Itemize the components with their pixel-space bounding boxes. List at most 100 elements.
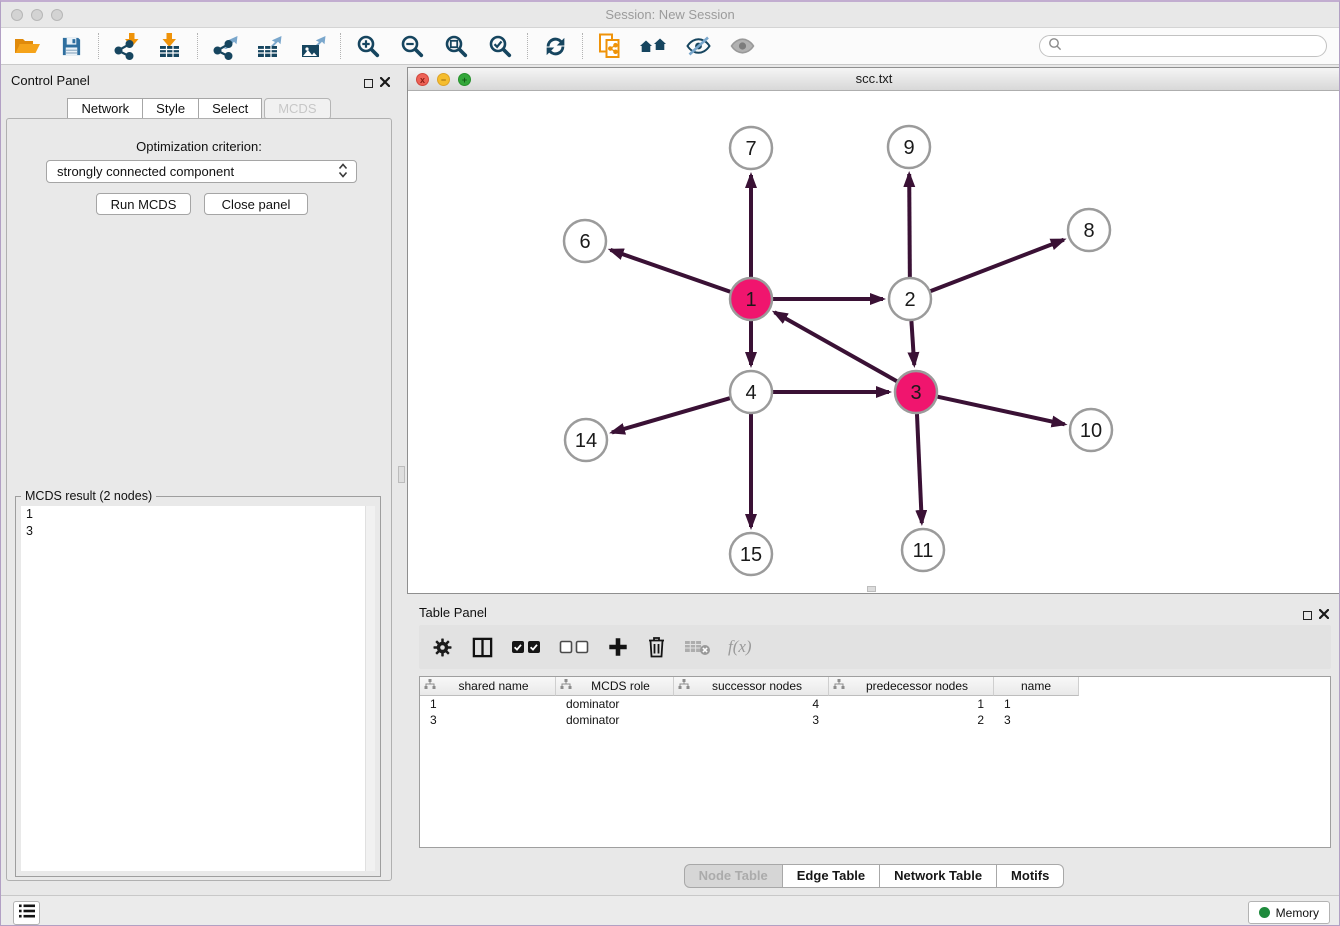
edge-3-11[interactable] [917,414,922,523]
edge-2-3[interactable] [911,321,914,365]
network-minimize-icon[interactable]: − [437,73,450,86]
run-mcds-button[interactable]: Run MCDS [96,193,191,215]
select-all-icon[interactable] [511,632,542,662]
tab-network[interactable]: Network [67,98,143,120]
tab-edge-table[interactable]: Edge Table [783,864,880,888]
tree-icon [678,679,690,693]
window-minimize-button[interactable] [31,9,43,21]
network-close-icon[interactable]: x [416,73,429,86]
float-panel-icon[interactable] [364,79,373,88]
column-header-predecessor-nodes[interactable]: predecessor nodes [829,677,994,696]
mcds-result-node: 1 [21,506,375,523]
edge-3-10[interactable] [937,397,1064,425]
window-title: Session: New Session [1,2,1339,27]
table-row[interactable]: 3dominator323 [420,712,1330,728]
import-table-icon[interactable] [152,31,188,61]
panel-splitter[interactable] [397,65,407,895]
graph-node-label: 2 [904,289,915,311]
float-table-panel-icon[interactable] [1303,611,1312,620]
table-cell[interactable]: 4 [674,696,829,712]
table-cell[interactable]: 1 [829,696,994,712]
table-cell[interactable]: 3 [994,712,1079,728]
zoom-selected-icon[interactable] [482,31,518,61]
columns-icon[interactable] [471,632,494,662]
close-panel-icon[interactable] [380,74,390,92]
save-session-icon[interactable] [53,31,89,61]
application-window: Session: New Session Control Panel [0,0,1340,926]
toolbar-separator [527,33,528,59]
settings-icon[interactable] [431,632,454,662]
tab-network-table[interactable]: Network Table [880,864,997,888]
task-history-button[interactable] [13,901,40,925]
window-zoom-button[interactable] [51,9,63,21]
refresh-layout-icon[interactable] [537,31,573,61]
optimization-criterion-dropdown[interactable]: strongly connected component [46,160,357,183]
table-cell[interactable]: 3 [674,712,829,728]
graph-node-label: 4 [745,382,756,404]
main-toolbar-groups [9,31,760,61]
export-network-icon[interactable] [207,31,243,61]
search-icon [1048,37,1062,56]
result-scrollbar[interactable] [365,506,375,871]
network-view-window: x−+ scc.txt 7968124314101511 [407,67,1340,594]
first-neighbors-icon[interactable] [636,31,672,61]
mcds-result-list[interactable]: 13 [21,506,375,871]
table-cell[interactable]: 3 [420,712,556,728]
table-cell[interactable]: 1 [420,696,556,712]
apply-function-icon: f(x) [728,632,752,662]
control-panel-header: Control Panel [1,65,397,89]
export-table-icon[interactable] [251,31,287,61]
table-cell[interactable]: 1 [994,696,1079,712]
graph-node-label: 10 [1080,420,1102,442]
column-header-successor-nodes[interactable]: successor nodes [674,677,829,696]
memory-button[interactable]: Memory [1248,901,1330,924]
table-tabs: Node TableEdge TableNetwork TableMotifs [407,864,1340,888]
edge-2-8[interactable] [931,240,1064,291]
delete-column-icon[interactable] [646,632,667,662]
hide-selected-icon[interactable] [680,31,716,61]
mcds-result-title: MCDS result (2 nodes) [21,489,156,503]
search-input[interactable] [1067,39,1318,53]
zoom-in-icon[interactable] [350,31,386,61]
column-header-shared-name[interactable]: shared name [420,677,556,696]
tab-mcds[interactable]: MCDS [264,98,330,120]
deselect-all-icon[interactable] [559,632,590,662]
network-maximize-icon[interactable]: + [458,73,471,86]
network-canvas[interactable]: 7968124314101511 [408,91,1340,593]
edge-2-9[interactable] [909,174,910,277]
table-cell[interactable]: 2 [829,712,994,728]
search-box[interactable] [1039,35,1327,57]
tab-motifs[interactable]: Motifs [997,864,1064,888]
network-window-titlebar[interactable]: x−+ scc.txt [408,68,1340,91]
optimization-criterion-label: Optimization criterion: [7,139,391,154]
open-file-icon[interactable] [9,31,45,61]
table-panel-header: Table Panel [407,597,1340,621]
add-column-icon[interactable] [607,632,629,662]
close-table-panel-icon[interactable] [1319,606,1329,624]
tree-icon [424,679,436,693]
table-cell[interactable]: dominator [556,712,674,728]
table-row[interactable]: 1dominator411 [420,696,1330,712]
clone-network-icon[interactable] [592,31,628,61]
node-table[interactable]: shared nameMCDS rolesuccessor nodesprede… [419,676,1331,848]
main-area: Control Panel NetworkStyleSelectMCDS Opt… [1,65,1340,895]
import-network-icon[interactable] [108,31,144,61]
tab-node-table[interactable]: Node Table [684,864,783,888]
table-cell[interactable]: dominator [556,696,674,712]
zoom-fit-icon[interactable] [438,31,474,61]
splitter-grip[interactable] [398,466,405,483]
zoom-out-icon[interactable] [394,31,430,61]
close-panel-button[interactable]: Close panel [204,193,308,215]
tab-style[interactable]: Style [143,98,199,120]
network-splitter-grip[interactable] [867,586,876,592]
column-header-name[interactable]: name [994,677,1079,696]
table-panel: Table Panel f(x) shared nameMCDS rolesuc… [407,597,1340,895]
edge-3-1[interactable] [775,312,897,381]
show-all-icon [724,31,760,61]
tab-select[interactable]: Select [199,98,262,120]
window-close-button[interactable] [11,9,23,21]
edge-4-14[interactable] [612,398,730,432]
export-image-icon[interactable] [295,31,331,61]
column-header-MCDS-role[interactable]: MCDS role [556,677,674,696]
edge-1-6[interactable] [610,250,730,292]
